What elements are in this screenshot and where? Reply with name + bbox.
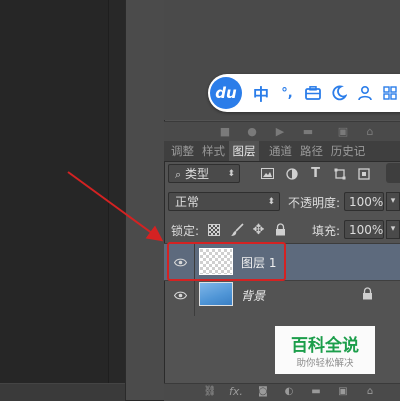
annotation-highlight-box — [167, 242, 286, 281]
annotation-arrow — [67, 171, 164, 242]
